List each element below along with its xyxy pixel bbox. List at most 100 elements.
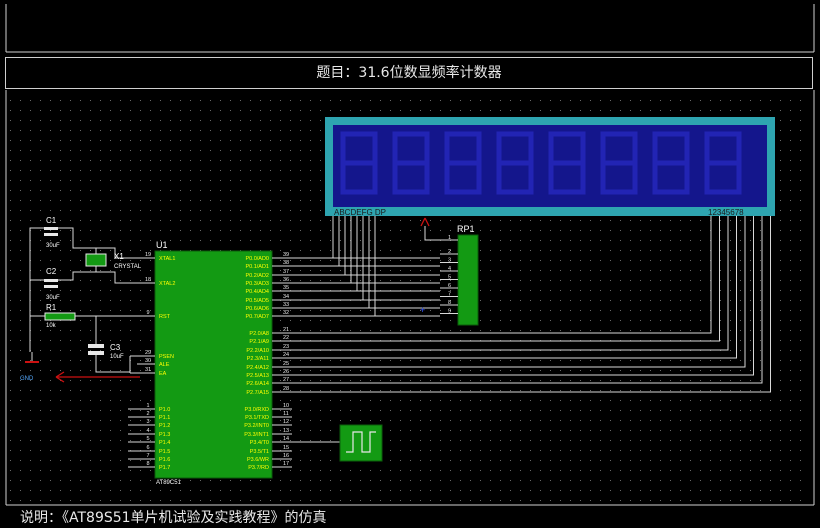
svg-text:P0.2/AD2: P0.2/AD2 — [245, 273, 269, 279]
svg-text:PSEN: PSEN — [159, 354, 174, 360]
footer-caption: 说明：《AT89S51单片机试验及实践教程》的仿真 — [20, 510, 327, 526]
svg-text:P0.1/AD1: P0.1/AD1 — [245, 264, 269, 270]
svg-text:17: 17 — [283, 461, 289, 467]
svg-text:P1.6: P1.6 — [159, 457, 170, 463]
svg-text:26: 26 — [283, 369, 289, 375]
lcd-segment-label: ABCDEFG DP — [334, 208, 386, 217]
svg-text:P1.2: P1.2 — [159, 423, 170, 429]
svg-text:27: 27 — [283, 377, 289, 383]
mcu-u1[interactable]: U1 AT89C51 19XTAL118XTAL29RST29PSEN30ALE… — [137, 240, 292, 486]
lcd-display[interactable]: ABCDEFG DP 12345678 — [325, 117, 775, 217]
svg-text:8: 8 — [146, 461, 149, 467]
svg-text:14: 14 — [283, 436, 289, 442]
svg-text:3: 3 — [146, 419, 149, 425]
svg-text:37: 37 — [283, 269, 289, 275]
svg-text:P3.6/WR: P3.6/WR — [247, 457, 269, 463]
r1-value: 10k — [46, 323, 57, 329]
c2-value: 30uF — [46, 295, 60, 301]
svg-text:10: 10 — [283, 403, 289, 409]
svg-text:5: 5 — [448, 275, 451, 281]
svg-text:P0.3/AD3: P0.3/AD3 — [245, 281, 269, 287]
svg-text:P2.7/A15: P2.7/A15 — [246, 390, 269, 396]
x1-value: CRYSTAL — [114, 264, 142, 270]
svg-text:2: 2 — [448, 249, 451, 255]
svg-text:P2.5/A13: P2.5/A13 — [246, 373, 269, 379]
svg-text:P3.3/INT1: P3.3/INT1 — [244, 432, 269, 438]
svg-text:P2.4/A12: P2.4/A12 — [246, 365, 269, 371]
svg-text:4: 4 — [448, 266, 451, 272]
gnd-label: GND — [20, 376, 34, 382]
svg-text:19: 19 — [145, 252, 151, 258]
svg-text:XTAL2: XTAL2 — [159, 281, 175, 287]
signal-generator[interactable] — [339, 424, 383, 462]
x1-ref: X1 — [114, 252, 124, 261]
svg-text:P0.4/AD4: P0.4/AD4 — [245, 289, 269, 295]
c3-ref: C3 — [110, 343, 121, 352]
c1-value: 30uF — [46, 243, 60, 249]
svg-text:7: 7 — [146, 453, 149, 459]
schematic-canvas[interactable]: ABCDEFG DP 12345678 U1 AT89C51 19XTAL118… — [0, 0, 820, 528]
svg-text:9: 9 — [146, 310, 149, 316]
svg-text:29: 29 — [145, 350, 151, 356]
svg-text:33: 33 — [283, 302, 289, 308]
svg-text:39: 39 — [283, 252, 289, 258]
svg-text:P0.7/AD7: P0.7/AD7 — [245, 314, 269, 320]
svg-text:1: 1 — [146, 403, 149, 409]
svg-text:XTAL1: XTAL1 — [159, 256, 175, 262]
svg-text:P3.5/T1: P3.5/T1 — [250, 449, 269, 455]
svg-text:ALE: ALE — [159, 362, 170, 368]
svg-text:P2.3/A11: P2.3/A11 — [247, 356, 269, 362]
svg-text:18: 18 — [145, 277, 151, 283]
svg-text:6: 6 — [146, 445, 149, 451]
svg-text:21: 21 — [283, 327, 289, 333]
svg-text:25: 25 — [283, 361, 289, 367]
svg-text:P1.5: P1.5 — [159, 449, 170, 455]
svg-text:P0.0/AD0: P0.0/AD0 — [245, 256, 269, 262]
svg-text:16: 16 — [283, 453, 289, 459]
svg-text:P2.1/A9: P2.1/A9 — [249, 339, 269, 345]
svg-text:7: 7 — [448, 292, 451, 298]
svg-text:28: 28 — [283, 386, 289, 392]
svg-text:RST: RST — [159, 314, 171, 320]
svg-text:P3.0/RXD: P3.0/RXD — [245, 407, 269, 413]
svg-text:2: 2 — [146, 411, 149, 417]
svg-text:P2.6/A14: P2.6/A14 — [246, 381, 269, 387]
svg-text:P1.1: P1.1 — [159, 415, 170, 421]
svg-text:35: 35 — [283, 285, 289, 291]
svg-text:9: 9 — [448, 309, 451, 315]
svg-text:11: 11 — [283, 411, 289, 417]
svg-text:P0.6/AD6: P0.6/AD6 — [245, 306, 269, 312]
svg-text:3: 3 — [448, 258, 451, 264]
svg-text:15: 15 — [283, 445, 289, 451]
svg-text:5: 5 — [146, 436, 149, 442]
svg-text:P1.0: P1.0 — [159, 407, 170, 413]
svg-text:12: 12 — [283, 419, 289, 425]
svg-text:EA: EA — [159, 371, 167, 377]
svg-text:13: 13 — [283, 428, 289, 434]
rp1-ref: RP1 — [457, 224, 475, 234]
svg-text:P3.7/RD: P3.7/RD — [248, 465, 269, 471]
svg-text:8: 8 — [448, 300, 451, 306]
svg-text:6: 6 — [448, 283, 451, 289]
mcu-ref: U1 — [156, 240, 168, 250]
pin-marker-icon: + — [420, 305, 425, 315]
svg-text:36: 36 — [283, 277, 289, 283]
svg-text:23: 23 — [283, 344, 289, 350]
svg-text:32: 32 — [283, 310, 289, 316]
svg-text:P2.0/A8: P2.0/A8 — [249, 331, 269, 337]
svg-text:P3.4/T0: P3.4/T0 — [250, 440, 269, 446]
svg-text:P2.2/A10: P2.2/A10 — [246, 348, 269, 354]
svg-text:P3.1/TXD: P3.1/TXD — [245, 415, 269, 421]
svg-text:22: 22 — [283, 335, 289, 341]
svg-text:4: 4 — [146, 428, 149, 434]
svg-text:P3.2/INT0: P3.2/INT0 — [244, 423, 269, 429]
svg-text:P1.4: P1.4 — [159, 440, 170, 446]
svg-text:30: 30 — [145, 358, 151, 364]
c1-ref: C1 — [46, 216, 57, 225]
svg-text:P1.7: P1.7 — [159, 465, 170, 471]
mcu-part: AT89C51 — [156, 480, 182, 486]
lcd-digit-label: 12345678 — [708, 208, 744, 217]
svg-text:P0.5/AD5: P0.5/AD5 — [245, 298, 269, 304]
c3-value: 10uF — [110, 354, 124, 360]
svg-text:34: 34 — [283, 294, 289, 300]
